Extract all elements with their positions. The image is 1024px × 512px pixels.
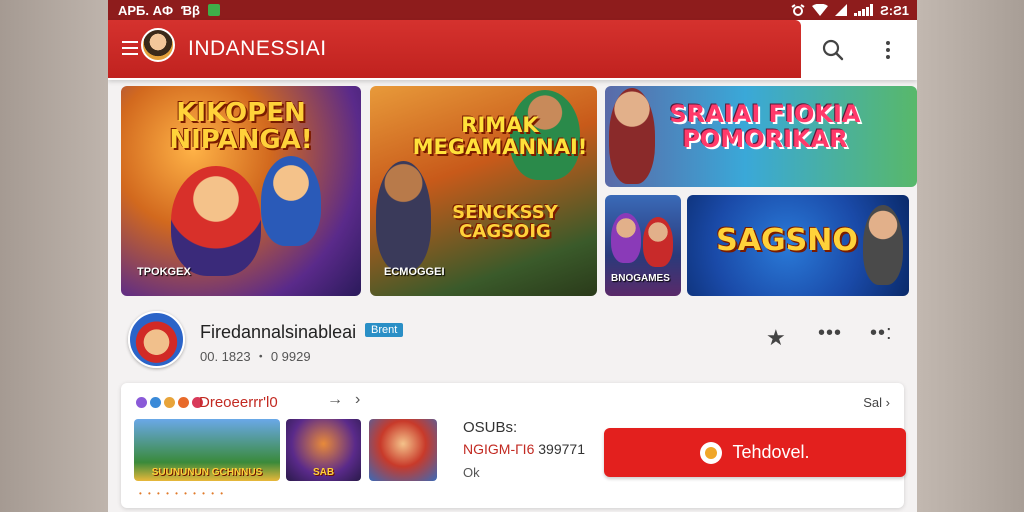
alarm-icon <box>791 4 805 16</box>
rating-dots: • • • • • • • • • • <box>139 489 226 498</box>
app-bar-brand: INDANESSIAI <box>108 20 801 78</box>
status-right: Ƨ:Ƨ1 <box>791 3 909 18</box>
developer-avatar[interactable] <box>128 311 185 368</box>
banner-character <box>171 166 261 276</box>
status-left: APБ. AФ Ɓβ <box>118 3 220 18</box>
app-meta-status: Ok <box>463 465 480 480</box>
developer-stats: 00. 1823 ・ 0 9929 <box>200 349 311 364</box>
banner-subtitle: TPOKGEX <box>137 266 191 278</box>
more-horizontal-icon[interactable]: ••• <box>818 322 842 345</box>
banner-title: KIKOPEN NIPANGA! <box>169 98 313 156</box>
promo-banner-3[interactable]: SRAIAI FIOKIA POMORIKAR <box>605 86 917 187</box>
app-meta-highlight: NGIGM-ГІ6 <box>463 441 535 457</box>
status-time: Ƨ:Ƨ1 <box>880 2 909 18</box>
banner-character <box>863 205 903 285</box>
star-icon[interactable]: ★ <box>766 325 786 351</box>
banner-subtitle: ECMOGGEI <box>384 266 445 278</box>
download-icon <box>700 441 723 464</box>
status-bar: APБ. AФ Ɓβ Ƨ:Ƨ1 <box>108 0 917 20</box>
banner-subtitle: BNOGAMES <box>611 273 670 284</box>
see-all-link[interactable]: Sal › <box>863 395 890 410</box>
status-network: Ɓβ <box>181 2 200 18</box>
screenshot-thumb-3[interactable] <box>369 419 437 481</box>
banner-character <box>611 213 641 263</box>
banner-character <box>643 217 673 267</box>
card-label: Dreoeerrr'l0 <box>199 394 278 411</box>
notification-icon <box>207 4 220 16</box>
screenshot-thumb-2[interactable]: SAB <box>286 419 361 481</box>
install-button-label: Tehdovel. <box>732 442 810 462</box>
app-meta-number: 399771 <box>534 441 585 457</box>
thumb-caption: SUUNUNUN GCHNNUS <box>151 467 263 478</box>
see-all-label: Sal <box>863 395 883 410</box>
status-carrier: APБ. AФ <box>118 2 174 18</box>
banner-title: SAGSNO <box>716 223 858 258</box>
banner-title-secondary: SENCKSSY CAGSOIG <box>452 202 558 242</box>
install-button[interactable]: Tehdovel. <box>604 428 906 477</box>
thumb-caption: SAB <box>312 467 335 478</box>
arrow-right-icon[interactable]: → <box>327 391 343 409</box>
category-dots <box>136 397 203 408</box>
app-title: INDANESSIAI <box>188 37 327 60</box>
phone-screen: APБ. AФ Ɓβ Ƨ:Ƨ1 INDANESSIAI KIKOPEN NIPA… <box>108 0 917 512</box>
banner-character <box>261 156 321 246</box>
developer-badge: Brent <box>365 323 404 337</box>
app-card: Dreoeerrr'l0 → › Sal › SUUNUNUN GCHNNUS … <box>121 383 906 508</box>
banner-title: RIMAK MEGAMANNAI! <box>412 113 588 160</box>
banner-title: SRAIAI FIOKIA POMORIKAR <box>669 100 861 154</box>
developer-info-row: Firedannalsinableai Brent 00. 1823 ・ 0 9… <box>108 300 917 378</box>
cell-signal-icon <box>835 4 848 16</box>
screenshot-thumb-1[interactable]: SUUNUNUN GCHNNUS <box>134 419 280 481</box>
app-bar: INDANESSIAI <box>108 20 917 80</box>
promo-banner-1[interactable]: KIKOPEN NIPANGA! TPOKGEX <box>121 86 361 296</box>
banner-character <box>609 88 655 184</box>
developer-name[interactable]: Firedannalsinableai <box>200 322 356 343</box>
banner-character <box>376 161 431 271</box>
promo-banner-4[interactable]: BNOGAMES <box>605 195 681 296</box>
battery-bars-icon <box>854 4 874 16</box>
search-icon[interactable] <box>820 37 846 63</box>
promo-banner-2[interactable]: RIMAK MEGAMANNAI! SENCKSSY CAGSOIG ECMOG… <box>370 86 597 296</box>
hamburger-menu-icon[interactable] <box>122 41 138 55</box>
app-logo <box>141 28 175 62</box>
more-vertical-icon[interactable] <box>878 37 898 63</box>
promo-banner-5[interactable]: SAGSNO <box>687 195 909 296</box>
grid-dots-icon[interactable]: ••: <box>870 322 893 345</box>
app-meta-info: NGIGM-ГІ6 399771 <box>463 441 585 457</box>
wifi-icon <box>812 4 829 16</box>
app-meta-title: OSUBs: <box>463 419 518 436</box>
chevron-right-icon[interactable]: › <box>355 391 360 409</box>
